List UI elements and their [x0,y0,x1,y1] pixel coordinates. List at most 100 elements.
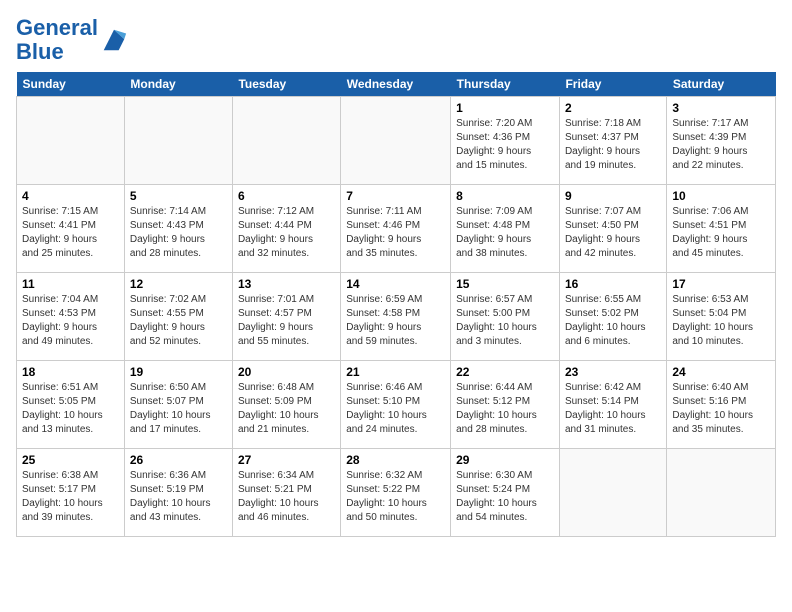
calendar-cell: 3 Sunrise: 7:17 AMSunset: 4:39 PMDaylight… [667,97,776,185]
calendar-cell: 11 Sunrise: 7:04 AMSunset: 4:53 PMDayligh… [17,273,125,361]
calendar-cell: 15 Sunrise: 6:57 AMSunset: 5:00 PMDayligh… [451,273,560,361]
day-number: 3 [672,101,770,115]
day-number: 18 [22,365,119,379]
day-number: 19 [130,365,227,379]
calendar-cell: 19 Sunrise: 6:50 AMSunset: 5:07 PMDayligh… [124,361,232,449]
day-info: Sunrise: 6:50 AMSunset: 5:07 PMDaylight:… [130,381,227,437]
column-header-thursday: Thursday [451,72,560,97]
day-info: Sunrise: 7:04 AMSunset: 4:53 PMDaylight:… [22,293,119,349]
logo-icon [100,26,128,54]
calendar-cell: 21 Sunrise: 6:46 AMSunset: 5:10 PMDayligh… [341,361,451,449]
calendar-cell: 12 Sunrise: 7:02 AMSunset: 4:55 PMDayligh… [124,273,232,361]
day-info: Sunrise: 6:46 AMSunset: 5:10 PMDaylight:… [346,381,445,437]
day-number: 13 [238,277,335,291]
column-header-saturday: Saturday [667,72,776,97]
calendar-cell [559,449,666,537]
day-number: 2 [565,101,661,115]
calendar-cell: 25 Sunrise: 6:38 AMSunset: 5:17 PMDayligh… [17,449,125,537]
week-row-3: 11 Sunrise: 7:04 AMSunset: 4:53 PMDayligh… [17,273,776,361]
column-header-wednesday: Wednesday [341,72,451,97]
week-row-1: 1Sunrise: 7:20 AMSunset: 4:36 PMDaylight… [17,97,776,185]
day-info: Sunrise: 6:48 AMSunset: 5:09 PMDaylight:… [238,381,335,437]
day-info: Sunrise: 6:30 AMSunset: 5:24 PMDaylight:… [456,469,554,525]
day-number: 21 [346,365,445,379]
day-info: Sunrise: 7:17 AMSunset: 4:39 PMDaylight:… [672,117,770,173]
calendar-cell [667,449,776,537]
calendar-cell: 27Sunrise: 6:34 AMSunset: 5:21 PMDayligh… [232,449,340,537]
day-number: 22 [456,365,554,379]
day-info: Sunrise: 6:44 AMSunset: 5:12 PMDaylight:… [456,381,554,437]
calendar-cell: 4 Sunrise: 7:15 AMSunset: 4:41 PMDaylight… [17,185,125,273]
calendar-cell [232,97,340,185]
day-info: Sunrise: 7:20 AMSunset: 4:36 PMDaylight:… [456,117,554,173]
day-info: Sunrise: 6:57 AMSunset: 5:00 PMDaylight:… [456,293,554,349]
day-info: Sunrise: 6:36 AMSunset: 5:19 PMDaylight:… [130,469,227,525]
day-number: 11 [22,277,119,291]
calendar-cell: 5Sunrise: 7:14 AMSunset: 4:43 PMDaylight… [124,185,232,273]
day-number: 5 [130,189,227,203]
calendar-cell: 2 Sunrise: 7:18 AMSunset: 4:37 PMDaylight… [559,97,666,185]
calendar-cell: 10 Sunrise: 7:06 AMSunset: 4:51 PMDayligh… [667,185,776,273]
calendar-cell [341,97,451,185]
calendar-cell [17,97,125,185]
day-number: 10 [672,189,770,203]
day-info: Sunrise: 7:09 AMSunset: 4:48 PMDaylight:… [456,205,554,261]
day-number: 20 [238,365,335,379]
calendar-cell: 26 Sunrise: 6:36 AMSunset: 5:19 PMDayligh… [124,449,232,537]
day-info: Sunrise: 7:06 AMSunset: 4:51 PMDaylight:… [672,205,770,261]
day-info: Sunrise: 7:07 AMSunset: 4:50 PMDaylight:… [565,205,661,261]
calendar-cell: 6Sunrise: 7:12 AMSunset: 4:44 PMDaylight… [232,185,340,273]
day-number: 25 [22,453,119,467]
day-info: Sunrise: 6:59 AMSunset: 4:58 PMDaylight:… [346,293,445,349]
day-number: 4 [22,189,119,203]
calendar-cell: 16 Sunrise: 6:55 AMSunset: 5:02 PMDayligh… [559,273,666,361]
calendar-cell: 20 Sunrise: 6:48 AMSunset: 5:09 PMDayligh… [232,361,340,449]
calendar-cell: 1Sunrise: 7:20 AMSunset: 4:36 PMDaylight… [451,97,560,185]
calendar-cell: 8 Sunrise: 7:09 AMSunset: 4:48 PMDaylight… [451,185,560,273]
calendar-cell: 28Sunrise: 6:32 AMSunset: 5:22 PMDayligh… [341,449,451,537]
day-number: 12 [130,277,227,291]
column-header-tuesday: Tuesday [232,72,340,97]
day-info: Sunrise: 7:02 AMSunset: 4:55 PMDaylight:… [130,293,227,349]
calendar-cell: 7 Sunrise: 7:11 AMSunset: 4:46 PMDaylight… [341,185,451,273]
day-info: Sunrise: 7:12 AMSunset: 4:44 PMDaylight:… [238,205,335,261]
calendar-cell: 23 Sunrise: 6:42 AMSunset: 5:14 PMDayligh… [559,361,666,449]
day-info: Sunrise: 7:15 AMSunset: 4:41 PMDaylight:… [22,205,119,261]
day-number: 29 [456,453,554,467]
day-number: 17 [672,277,770,291]
day-info: Sunrise: 6:53 AMSunset: 5:04 PMDaylight:… [672,293,770,349]
page-header: GeneralBlue [16,16,776,64]
calendar-cell: 14 Sunrise: 6:59 AMSunset: 4:58 PMDayligh… [341,273,451,361]
calendar-cell: 9 Sunrise: 7:07 AMSunset: 4:50 PMDaylight… [559,185,666,273]
day-number: 28 [346,453,445,467]
day-info: Sunrise: 7:18 AMSunset: 4:37 PMDaylight:… [565,117,661,173]
column-header-friday: Friday [559,72,666,97]
calendar-cell: 22 Sunrise: 6:44 AMSunset: 5:12 PMDayligh… [451,361,560,449]
day-number: 23 [565,365,661,379]
calendar-cell: 24 Sunrise: 6:40 AMSunset: 5:16 PMDayligh… [667,361,776,449]
day-info: Sunrise: 6:40 AMSunset: 5:16 PMDaylight:… [672,381,770,437]
day-number: 26 [130,453,227,467]
logo-text: GeneralBlue [16,16,98,64]
day-info: Sunrise: 6:34 AMSunset: 5:21 PMDaylight:… [238,469,335,525]
calendar-table: SundayMondayTuesdayWednesdayThursdayFrid… [16,72,776,537]
calendar-cell: 17 Sunrise: 6:53 AMSunset: 5:04 PMDayligh… [667,273,776,361]
day-number: 7 [346,189,445,203]
day-number: 14 [346,277,445,291]
week-row-2: 4 Sunrise: 7:15 AMSunset: 4:41 PMDaylight… [17,185,776,273]
logo: GeneralBlue [16,16,128,64]
day-number: 16 [565,277,661,291]
day-number: 24 [672,365,770,379]
day-info: Sunrise: 6:42 AMSunset: 5:14 PMDaylight:… [565,381,661,437]
day-info: Sunrise: 7:01 AMSunset: 4:57 PMDaylight:… [238,293,335,349]
day-number: 9 [565,189,661,203]
calendar-cell [124,97,232,185]
day-info: Sunrise: 6:38 AMSunset: 5:17 PMDaylight:… [22,469,119,525]
calendar-cell: 29 Sunrise: 6:30 AMSunset: 5:24 PMDayligh… [451,449,560,537]
calendar-cell: 13 Sunrise: 7:01 AMSunset: 4:57 PMDayligh… [232,273,340,361]
day-info: Sunrise: 6:55 AMSunset: 5:02 PMDaylight:… [565,293,661,349]
day-number: 15 [456,277,554,291]
day-info: Sunrise: 7:11 AMSunset: 4:46 PMDaylight:… [346,205,445,261]
column-header-sunday: Sunday [17,72,125,97]
day-number: 8 [456,189,554,203]
